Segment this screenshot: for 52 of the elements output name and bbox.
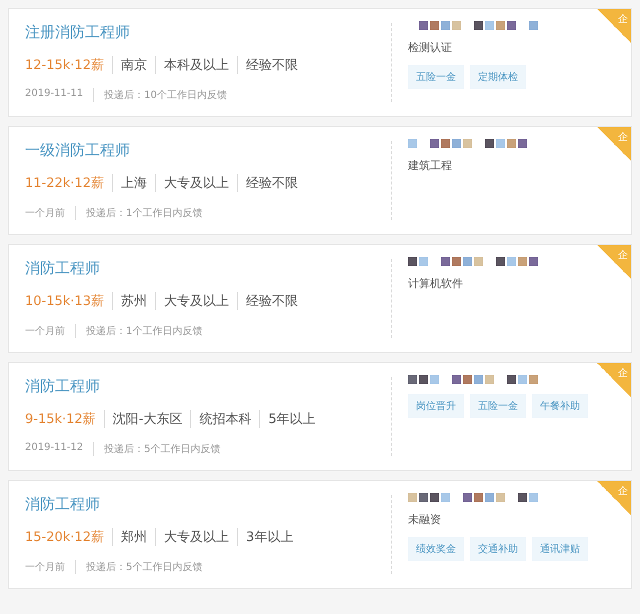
industry: 未融资 xyxy=(408,512,442,527)
benefit-tag: 五险一金 xyxy=(470,394,526,418)
benefit-tag: 午餐补助 xyxy=(532,394,588,418)
corner-badge: 企 xyxy=(597,481,631,515)
feedback-note: 投递后：1个工作日内反馈 xyxy=(75,206,202,220)
requirement: 统招本科 xyxy=(190,410,260,428)
corner-badge: 企 xyxy=(597,363,631,397)
requirement: 上海 xyxy=(112,174,155,192)
salary: 9-15k·12薪 xyxy=(25,411,97,428)
job-card[interactable]: 一级消防工程师 11-22k·12薪 上海 大专及以上 经验不限 一个月前 投递后：1个工作日内反馈 建筑工程 企 xyxy=(8,126,632,235)
requirement: 南京 xyxy=(112,56,155,74)
posted-date: 一个月前 xyxy=(25,207,66,220)
requirement: 3年以上 xyxy=(236,528,302,546)
salary: 11-22k·12薪 xyxy=(25,175,105,192)
requirement: 本科及以上 xyxy=(154,56,237,74)
feedback-note: 投递后：10个工作日内反馈 xyxy=(93,88,227,102)
industry: 建筑工程 xyxy=(408,158,453,173)
requirement: 沈阳-大东区 xyxy=(104,410,190,428)
posted-date: 一个月前 xyxy=(25,325,66,338)
benefit-tag: 交通补助 xyxy=(470,537,526,561)
industry: 检测认证 xyxy=(408,40,453,55)
posted-date: 2019-11-12 xyxy=(25,442,84,455)
feedback-note: 投递后：5个工作日内反馈 xyxy=(93,442,220,456)
posted-date: 一个月前 xyxy=(25,561,66,574)
job-card[interactable]: 消防工程师 10-15k·13薪 苏州 大专及以上 经验不限 一个月前 投递后：1个工作日内反馈 计算机软件 企 xyxy=(8,244,632,353)
feedback-note: 投递后：5个工作日内反馈 xyxy=(75,560,202,574)
benefit-tag: 通讯津贴 xyxy=(532,537,588,561)
salary: 12-15k·12薪 xyxy=(25,57,105,74)
salary: 15-20k·12薪 xyxy=(25,529,105,546)
job-card[interactable]: 消防工程师 9-15k·12薪 沈阳-大东区 统招本科 5年以上 2019-11-12 投递后：5个工作日内反馈 岗位晋升 五险一金 午餐补助 企 xyxy=(8,362,632,471)
benefit-tag: 岗位晋升 xyxy=(408,394,464,418)
requirement: 大专及以上 xyxy=(154,292,237,310)
requirement: 苏州 xyxy=(112,292,155,310)
requirement: 经验不限 xyxy=(236,292,306,310)
corner-badge: 企 xyxy=(597,245,631,279)
requirement: 5年以上 xyxy=(259,410,324,428)
requirement: 郑州 xyxy=(112,528,155,546)
corner-badge: 企 xyxy=(597,127,631,161)
benefit-tag: 绩效奖金 xyxy=(408,537,464,561)
salary: 10-15k·13薪 xyxy=(25,293,105,310)
requirement: 大专及以上 xyxy=(154,174,237,192)
requirement: 大专及以上 xyxy=(154,528,237,546)
job-card[interactable]: 注册消防工程师 12-15k·12薪 南京 本科及以上 经验不限 2019-11-11 投递后：10个工作日内反馈 检测认证 五险一金 定期体检 企 xyxy=(8,8,632,117)
requirement: 经验不限 xyxy=(236,56,306,74)
job-card[interactable]: 消防工程师 15-20k·12薪 郑州 大专及以上 3年以上 一个月前 投递后：5个工作日内反馈 未融资 绩效奖金 交通补助 通讯津贴 企 xyxy=(8,480,632,589)
industry: 计算机软件 xyxy=(408,276,464,291)
benefit-tag: 五险一金 xyxy=(408,65,464,89)
posted-date: 2019-11-11 xyxy=(25,88,84,101)
corner-badge: 企 xyxy=(597,9,631,43)
requirement: 经验不限 xyxy=(236,174,306,192)
feedback-note: 投递后：1个工作日内反馈 xyxy=(75,324,202,338)
benefit-tag: 定期体检 xyxy=(470,65,526,89)
